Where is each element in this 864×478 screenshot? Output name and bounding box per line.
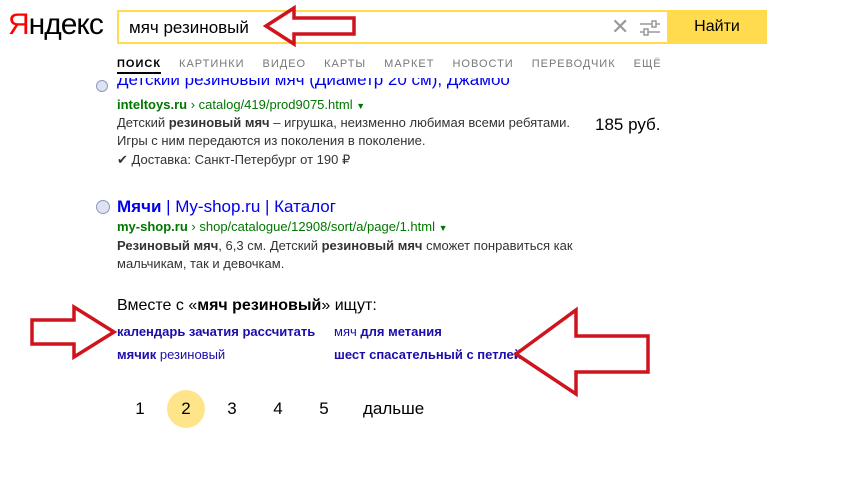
result-title[interactable]: Мячи | My-shop.ru | Каталог bbox=[117, 197, 336, 217]
tab-news[interactable]: НОВОСТИ bbox=[452, 58, 513, 74]
clear-icon[interactable]: ✕ bbox=[611, 16, 629, 38]
related-heading: Вместе с «мяч резиновый» ищут: bbox=[117, 297, 377, 314]
search-bar: ✕ bbox=[117, 10, 667, 44]
search-tabs: ПОИСК КАРТИНКИ ВИДЕО КАРТЫ МАРКЕТ НОВОСТ… bbox=[117, 58, 662, 74]
annotation-arrow-left-icon bbox=[512, 306, 650, 398]
result-domain: my-shop.ru bbox=[117, 219, 188, 234]
page-link[interactable]: 5 bbox=[301, 399, 347, 419]
chevron-down-icon[interactable]: ▼ bbox=[356, 101, 365, 111]
tab-maps[interactable]: КАРТЫ bbox=[324, 58, 366, 74]
related-link[interactable]: шест спасательный с петлей bbox=[334, 347, 522, 362]
next-page-link[interactable]: дальше bbox=[363, 399, 424, 419]
page-link[interactable]: 3 bbox=[209, 399, 255, 419]
annotation-arrow-right-icon bbox=[30, 303, 118, 361]
logo-text: ндекс bbox=[28, 8, 104, 41]
tab-video[interactable]: ВИДЕО bbox=[263, 58, 307, 74]
related-link[interactable]: мячик резиновый bbox=[117, 347, 225, 362]
result-path: › catalog/419/prod9075.html bbox=[190, 97, 353, 112]
result-snippet: Резиновый мяч, 6,3 см. Детский резиновый… bbox=[117, 238, 573, 271]
result-url[interactable]: my-shop.ru › shop/catalogue/12908/sort/a… bbox=[117, 219, 448, 234]
chevron-down-icon[interactable]: ▼ bbox=[439, 223, 448, 233]
related-link[interactable]: календарь зачатия рассчитать bbox=[117, 324, 315, 339]
check-icon: ✔ bbox=[117, 152, 128, 167]
result-title[interactable]: Детский резиновый мяч (Диаметр 20 см), Д… bbox=[117, 78, 510, 90]
result-path: › shop/catalogue/12908/sort/a/page/1.htm… bbox=[191, 219, 435, 234]
result-snippet: Детский резиновый мяч – игрушка, неизмен… bbox=[117, 115, 571, 148]
favicon-icon bbox=[96, 200, 110, 214]
page-link[interactable]: 1 bbox=[117, 399, 163, 419]
tab-market[interactable]: МАРКЕТ bbox=[384, 58, 434, 74]
annotation-arrow-left-icon bbox=[262, 4, 356, 48]
logo-letter: Я bbox=[8, 8, 30, 41]
page-current[interactable]: 2 bbox=[167, 390, 205, 428]
tab-search[interactable]: ПОИСК bbox=[117, 58, 162, 74]
result-domain: inteltoys.ru bbox=[117, 97, 188, 112]
page-link[interactable]: 4 bbox=[255, 399, 301, 419]
favicon-icon bbox=[96, 80, 108, 92]
search-button[interactable]: Найти bbox=[667, 10, 767, 44]
tab-translator[interactable]: ПЕРЕВОДЧИК bbox=[532, 58, 616, 74]
result-url[interactable]: inteltoys.ru › catalog/419/prod9075.html… bbox=[117, 97, 365, 112]
price-label: 185 руб. bbox=[595, 115, 661, 134]
yandex-logo[interactable]: Яндекс bbox=[8, 8, 104, 42]
delivery-info: ✔ Доставка: Санкт-Петербург от 190 ₽ bbox=[117, 152, 351, 167]
settings-sliders-icon[interactable] bbox=[639, 19, 661, 37]
tab-more[interactable]: ЕЩЁ bbox=[634, 58, 662, 74]
tab-images[interactable]: КАРТИНКИ bbox=[179, 58, 244, 74]
pagination: 1 2 3 4 5 дальше bbox=[117, 390, 424, 428]
related-link[interactable]: мяч для метания bbox=[334, 324, 442, 339]
